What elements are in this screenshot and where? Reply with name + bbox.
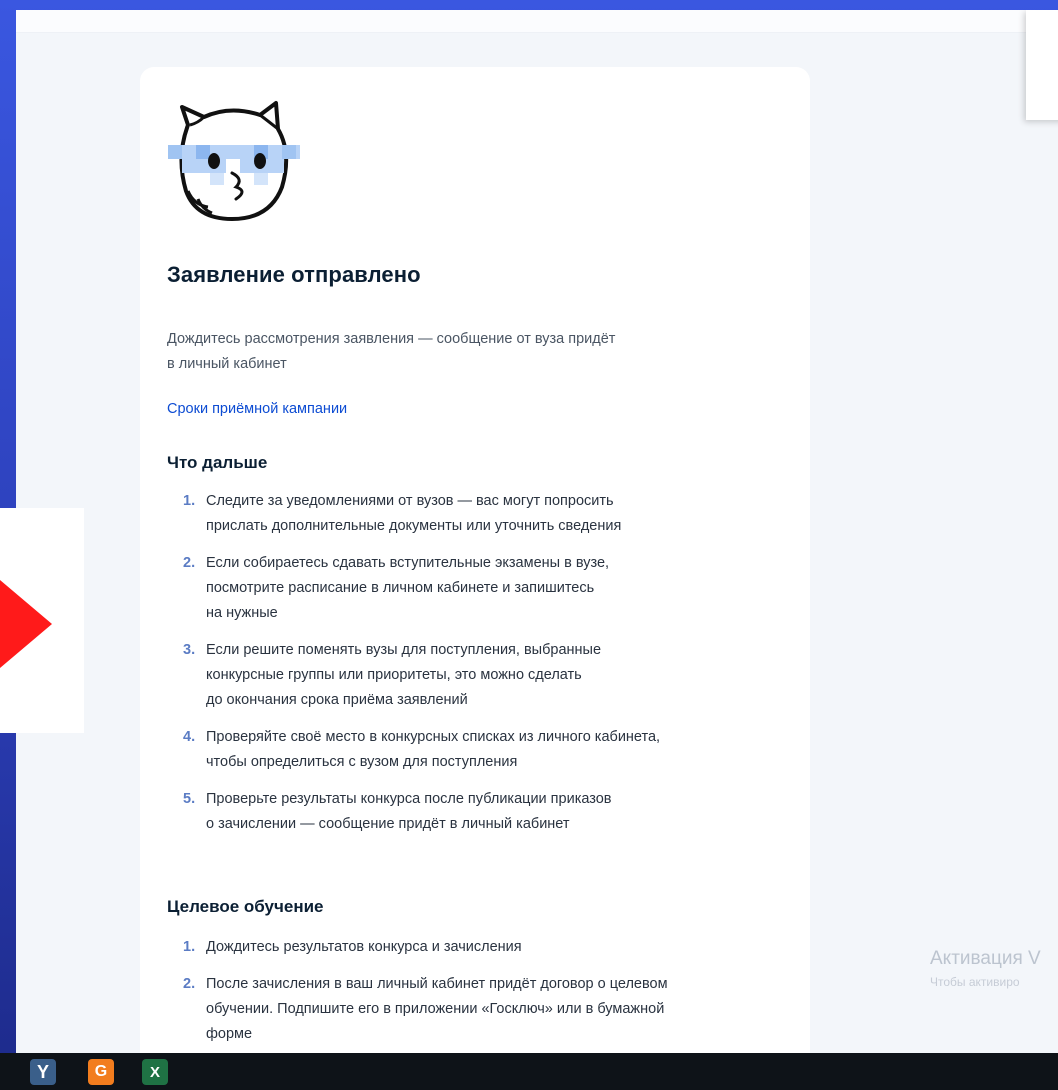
taskbar: Y G X <box>0 1053 1058 1090</box>
popup-panel <box>1026 10 1058 120</box>
list-item-text: Проверьте результаты конкурса после публ… <box>206 791 612 807</box>
application-sent-card: Заявление отправлено Дождитесь рассмотре… <box>140 67 810 1053</box>
excel-icon[interactable]: X <box>142 1059 168 1085</box>
list-item-number: 1. <box>183 493 196 509</box>
list-item-text: После зачисления в ваш личный кабинет пр… <box>206 976 668 992</box>
list-item-text: Следите за уведомлениями от вузов — вас … <box>206 493 614 509</box>
yandex-browser-icon[interactable]: Y <box>30 1059 56 1085</box>
browser-page: Заявление отправлено Дождитесь рассмотре… <box>16 10 1058 1053</box>
page-title: Заявление отправлено <box>167 262 421 287</box>
list-item-number: 5. <box>183 791 196 807</box>
page-header-bar <box>16 10 1058 33</box>
yandex-browser-letter: Y <box>36 1061 49 1082</box>
excel-letter: X <box>149 1063 160 1081</box>
list-item: 3. Если решите поменять вузы для поступл… <box>167 638 787 713</box>
admission-deadlines-link[interactable]: Сроки приёмной кампании <box>167 401 347 417</box>
list-item-text: до окончания срока приёма заявлений <box>206 692 468 708</box>
owl-mascot-icon <box>168 101 300 221</box>
list-item-number: 4. <box>183 729 196 745</box>
list-item-text: Если решите поменять вузы для поступлени… <box>206 642 602 658</box>
list-item-text: конкурсные группы или приоритеты, это мо… <box>206 667 582 683</box>
list-item-number: 2. <box>183 976 196 992</box>
next-steps-heading: Что дальше <box>167 453 268 472</box>
windows-activation-hint: Чтобы активиро <box>930 975 1020 989</box>
windows-activation-watermark: Активация V <box>930 948 1041 969</box>
app-orange-letter: G <box>94 1063 108 1080</box>
list-item: 4. Проверяйте своё место в конкурсных сп… <box>167 725 787 775</box>
list-item: 5. Проверьте результаты конкурса после п… <box>167 787 787 837</box>
list-item: 1. Следите за уведомлениями от вузов — в… <box>167 489 787 539</box>
targeted-training-heading: Целевое обучение <box>167 897 324 916</box>
targeted-training-list: 1. Дождитесь результатов конкурса и зачи… <box>167 935 787 1053</box>
list-item-text: посмотрите расписание в личном кабинете … <box>206 580 595 596</box>
next-steps-list: 1. Следите за уведомлениями от вузов — в… <box>167 489 787 849</box>
list-item: 2. После зачисления в ваш личный кабинет… <box>167 972 787 1047</box>
list-item-number: 1. <box>183 939 196 955</box>
list-item-text: Проверяйте своё место в конкурсных списк… <box>206 729 661 745</box>
list-item-text: обучении. Подпишите его в приложении «Го… <box>206 1001 665 1017</box>
list-item: 2. Если собираетесь сдавать вступительны… <box>167 551 787 626</box>
list-item-text: форме <box>206 1026 253 1042</box>
list-item-number: 2. <box>183 555 196 571</box>
list-item-text: о зачислении — сообщение придёт в личный… <box>206 816 570 832</box>
red-arrow-icon <box>0 580 52 668</box>
list-item: 1. Дождитесь результатов конкурса и зачи… <box>167 935 787 960</box>
status-description-line: в личный кабинет <box>167 356 287 372</box>
list-item-number: 3. <box>183 642 196 658</box>
list-item-text: прислать дополнительные документы или ут… <box>206 518 622 534</box>
app-orange-icon[interactable]: G <box>88 1059 114 1085</box>
list-item-text: Дождитесь результатов конкурса и зачисле… <box>206 939 522 955</box>
status-description-line: Дождитесь рассмотрения заявления — сообщ… <box>167 331 616 347</box>
list-item-text: чтобы определиться с вузом для поступлен… <box>206 754 518 770</box>
list-item-text: Если собираетесь сдавать вступительные э… <box>206 555 610 571</box>
list-item-text: на нужные <box>206 605 278 621</box>
status-description: Дождитесь рассмотрения заявления — сообщ… <box>167 327 767 377</box>
